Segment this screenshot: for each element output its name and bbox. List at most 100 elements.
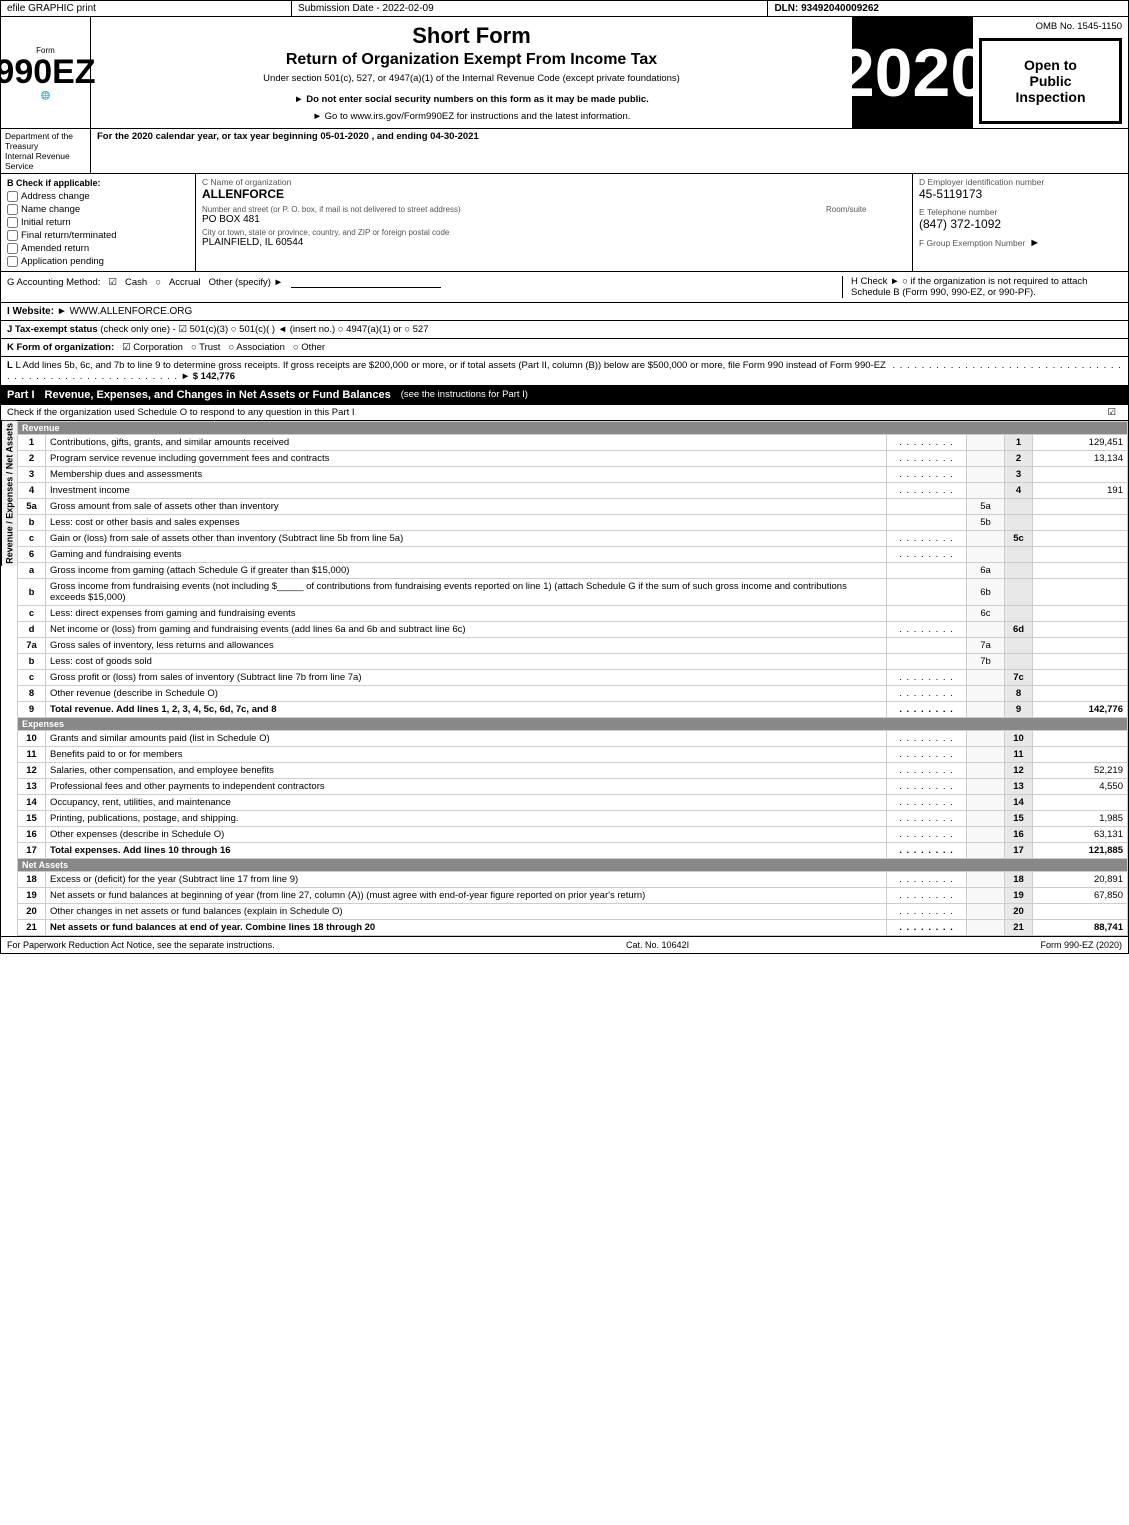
- accrual-label: Accrual: [169, 277, 201, 288]
- row-line-num: [1005, 499, 1033, 515]
- row-dots: . . . . . . . .: [887, 483, 967, 499]
- other-label: Other (specify) ►: [209, 277, 283, 288]
- open-to: Open to: [1024, 57, 1077, 73]
- row-desc: Less: direct expenses from gaming and fu…: [46, 606, 887, 622]
- row-amount: 52,219: [1033, 763, 1128, 779]
- row-desc: Gross sales of inventory, less returns a…: [46, 638, 887, 654]
- final-return-checkbox[interactable]: [7, 230, 18, 241]
- row-ref: 6a: [967, 563, 1005, 579]
- row-ref: [967, 827, 1005, 843]
- row-ref: [967, 795, 1005, 811]
- row-dots: . . . . . . . .: [887, 872, 967, 888]
- corporation: ☑ Corporation: [122, 342, 183, 353]
- row-amount: [1033, 795, 1128, 811]
- name-change-checkbox[interactable]: [7, 204, 18, 215]
- row-num: 11: [18, 747, 46, 763]
- e-label: E Telephone number: [919, 207, 1122, 217]
- row-dots: [887, 654, 967, 670]
- row-amount: 129,451: [1033, 435, 1128, 451]
- row-ref: 7b: [967, 654, 1005, 670]
- application-pending-label: Application pending: [21, 256, 104, 267]
- department: Department of the Treasury: [5, 131, 86, 151]
- row-amount: 20,891: [1033, 872, 1128, 888]
- k-label: K Form of organization:: [7, 342, 114, 353]
- row-desc: Grants and similar amounts paid (list in…: [46, 731, 887, 747]
- row-dots: [887, 579, 967, 606]
- row-line-num: 4: [1005, 483, 1033, 499]
- room-label: Room/suite: [826, 205, 906, 214]
- option2: ○ 501(c)( ) ◄ (insert no.): [231, 324, 335, 335]
- i-label: I Website: ►: [7, 306, 67, 317]
- row-desc: Gaming and fundraising events: [46, 547, 887, 563]
- final-return-row: Final return/terminated: [7, 230, 189, 241]
- ein-value: 45-5119173: [919, 187, 1122, 201]
- row-desc: Membership dues and assessments: [46, 467, 887, 483]
- row-desc: Other expenses (describe in Schedule O): [46, 827, 887, 843]
- row-num: 4: [18, 483, 46, 499]
- no-ssn: ► Do not enter social security numbers o…: [101, 94, 842, 105]
- c-label: C Name of organization: [202, 177, 906, 187]
- row-desc: Occupancy, rent, utilities, and maintena…: [46, 795, 887, 811]
- form-title: Short Form: [101, 23, 842, 49]
- row-num: 13: [18, 779, 46, 795]
- name-change-label: Name change: [21, 204, 80, 215]
- part1-title: Part I: [7, 389, 35, 401]
- row-ref: [967, 843, 1005, 859]
- row-num: 14: [18, 795, 46, 811]
- address-change-checkbox[interactable]: [7, 191, 18, 202]
- row-dots: . . . . . . . .: [887, 888, 967, 904]
- row-dots: . . . . . . . .: [887, 843, 967, 859]
- initial-return-checkbox[interactable]: [7, 217, 18, 228]
- other-org: ○ Other: [293, 342, 325, 353]
- submission-date: Submission Date - 2022-02-09: [292, 1, 768, 16]
- row-desc: Total expenses. Add lines 10 through 16: [46, 843, 887, 859]
- row-line-num: 8: [1005, 686, 1033, 702]
- row-line-num: 16: [1005, 827, 1033, 843]
- row-dots: . . . . . . . .: [887, 763, 967, 779]
- application-pending-checkbox[interactable]: [7, 256, 18, 267]
- row-desc: Net assets or fund balances at end of ye…: [46, 920, 887, 936]
- row-dots: . . . . . . . .: [887, 904, 967, 920]
- option4: ○ 527: [404, 324, 428, 335]
- row-line-num: 7c: [1005, 670, 1033, 686]
- amended-return-checkbox[interactable]: [7, 243, 18, 254]
- public: Public: [1029, 73, 1071, 89]
- cash-label: Cash: [125, 277, 147, 288]
- part1-header: Part I Revenue, Expenses, and Changes in…: [0, 385, 1129, 404]
- part1-see-instructions: (see the instructions for Part I): [401, 389, 528, 401]
- row-amount: 142,776: [1033, 702, 1128, 718]
- row-dots: . . . . . . . .: [887, 435, 967, 451]
- check-one: (check only one) -: [100, 324, 176, 335]
- amended-return-row: Amended return: [7, 243, 189, 254]
- website-url: WWW.ALLENFORCE.ORG: [70, 306, 193, 317]
- row-desc: Gross profit or (loss) from sales of inv…: [46, 670, 887, 686]
- row-line-num: [1005, 638, 1033, 654]
- row-amount: [1033, 531, 1128, 547]
- row-amount: [1033, 654, 1128, 670]
- row-desc: Investment income: [46, 483, 887, 499]
- row-ref: [967, 483, 1005, 499]
- accrual-check: ○: [155, 277, 161, 288]
- row-ref: [967, 888, 1005, 904]
- row-line-num: 5c: [1005, 531, 1033, 547]
- row-ref: [967, 904, 1005, 920]
- row-num: c: [18, 606, 46, 622]
- omb-number: OMB No. 1545-1150: [979, 21, 1122, 32]
- row-line-num: 12: [1005, 763, 1033, 779]
- row-amount: [1033, 515, 1128, 531]
- row-dots: . . . . . . . .: [887, 670, 967, 686]
- emoji: 🌐: [41, 91, 51, 100]
- row-line-num: [1005, 579, 1033, 606]
- row-num: 12: [18, 763, 46, 779]
- irs: Internal Revenue Service: [5, 151, 86, 171]
- row-amount: [1033, 686, 1128, 702]
- add-lines-text: L Add lines 5b, 6c, and 7b to line 9 to …: [15, 360, 885, 371]
- row-ref: 6c: [967, 606, 1005, 622]
- row-ref: [967, 531, 1005, 547]
- efile-label: efile GRAPHIC print: [1, 1, 292, 16]
- row-num: c: [18, 531, 46, 547]
- row-ref: [967, 686, 1005, 702]
- row-amount: [1033, 731, 1128, 747]
- row-num: 17: [18, 843, 46, 859]
- check-schedule-row: Check if the organization used Schedule …: [0, 404, 1129, 420]
